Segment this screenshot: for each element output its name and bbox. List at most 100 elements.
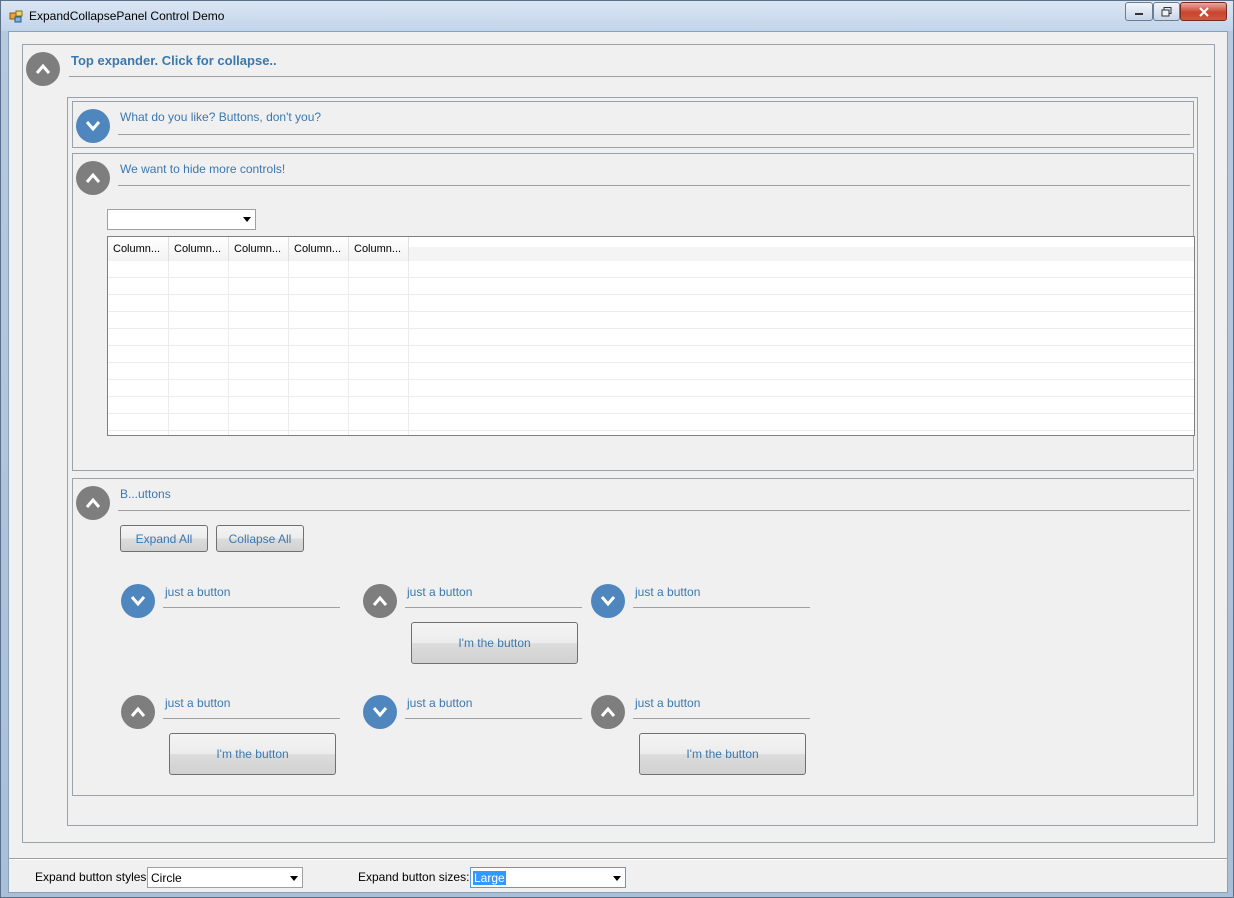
expand-all-button[interactable]: Expand All	[120, 525, 208, 552]
im-the-button[interactable]: I'm the button	[169, 733, 336, 775]
panel-buttons-divider	[118, 510, 1190, 511]
im-the-button[interactable]: I'm the button	[411, 622, 578, 664]
top-expander-divider	[69, 76, 1211, 77]
dropdown-arrow-icon	[290, 876, 298, 881]
mini-panel-toggle[interactable]	[591, 584, 625, 618]
grid-column-header[interactable]: Column...	[169, 237, 229, 261]
mini-panel-toggle[interactable]	[121, 695, 155, 729]
im-the-button[interactable]: I'm the button	[639, 733, 806, 775]
dropdown-arrow-icon	[243, 217, 251, 222]
mini-panel-toggle[interactable]	[121, 584, 155, 618]
footer-separator-highlight	[9, 859, 1227, 860]
mini-panel-divider	[163, 718, 340, 719]
grid-row[interactable]	[108, 312, 1194, 329]
chevron-up-icon	[85, 497, 101, 508]
mini-panel-title[interactable]: just a button	[635, 585, 700, 599]
panel-buttons-question-title[interactable]: What do you like? Buttons, don't you?	[120, 110, 321, 124]
dropdown-arrow-icon	[613, 876, 621, 881]
mini-panel-divider	[163, 607, 340, 608]
panel-hide-controls-divider	[118, 185, 1190, 186]
close-icon	[1198, 6, 1209, 17]
mini-panel: just a button	[363, 693, 583, 733]
panel-buttons-question-divider	[118, 134, 1190, 135]
chevron-up-icon	[85, 172, 101, 183]
size-combo-value: Large	[473, 871, 506, 885]
grid-row[interactable]	[108, 278, 1194, 295]
mini-panel-title[interactable]: just a button	[407, 696, 472, 710]
client-area: Top expander. Click for collapse.. What …	[8, 31, 1228, 893]
close-button[interactable]	[1180, 2, 1227, 21]
mini-panel-title[interactable]: just a button	[635, 696, 700, 710]
minimize-icon	[1135, 12, 1143, 15]
hide-controls-combo[interactable]	[107, 209, 256, 230]
grid-row[interactable]	[108, 380, 1194, 397]
grid-row[interactable]	[108, 346, 1194, 363]
panel-hide-controls-toggle[interactable]	[76, 161, 110, 195]
panel-hide-controls-title[interactable]: We want to hide more controls!	[120, 162, 285, 176]
grid-column-header[interactable]: Column...	[229, 237, 289, 261]
panel-buttons: B...uttons Expand All Collapse All just …	[72, 478, 1194, 796]
mini-panel: just a button	[591, 582, 811, 622]
title-bar[interactable]: ExpandCollapsePanel Control Demo	[1, 1, 1233, 31]
grid-row[interactable]	[108, 329, 1194, 346]
chevron-down-icon	[600, 596, 616, 607]
grid-column-header[interactable]: Column...	[289, 237, 349, 261]
chevron-down-icon	[85, 121, 101, 132]
grid-body	[108, 261, 1194, 435]
style-combo-value: Circle	[151, 871, 182, 885]
grid-column-header[interactable]: Column...	[108, 237, 169, 261]
collapse-all-button[interactable]: Collapse All	[216, 525, 304, 552]
grid-column-line	[408, 261, 409, 435]
mini-panel-toggle[interactable]	[591, 695, 625, 729]
style-combo[interactable]: Circle	[147, 867, 303, 888]
mini-panel: just a button	[121, 582, 341, 622]
chevron-up-icon	[372, 595, 388, 606]
panel-buttons-title[interactable]: B...uttons	[120, 487, 171, 501]
mini-panel-title[interactable]: just a button	[165, 696, 230, 710]
mini-panel-toggle[interactable]	[363, 695, 397, 729]
mini-panel-title[interactable]: just a button	[407, 585, 472, 599]
maximize-button[interactable]	[1153, 2, 1180, 21]
grid-row[interactable]	[108, 295, 1194, 312]
chevron-down-icon	[372, 707, 388, 718]
restore-icon	[1161, 6, 1171, 16]
chevron-up-icon	[600, 706, 616, 717]
grid-column-line	[168, 261, 169, 435]
panel-buttons-question: What do you like? Buttons, don't you?	[72, 101, 1194, 148]
chevron-up-icon	[35, 63, 51, 74]
style-label: Expand button styles:	[35, 870, 150, 884]
panel-hide-controls: We want to hide more controls! Column...…	[72, 153, 1195, 471]
size-label: Expand button sizes:	[358, 870, 470, 884]
app-window: ExpandCollapsePanel Control Demo Top exp…	[0, 0, 1234, 898]
top-expander-panel: Top expander. Click for collapse.. What …	[22, 44, 1215, 843]
top-expander-title[interactable]: Top expander. Click for collapse..	[71, 53, 277, 68]
panel-buttons-question-toggle[interactable]	[76, 109, 110, 143]
grid-column-header[interactable]: Column...	[349, 237, 409, 261]
app-icon	[9, 10, 23, 23]
grid-column-line	[228, 261, 229, 435]
grid-header-filler	[409, 237, 1194, 247]
mini-panel-divider	[633, 607, 810, 608]
mini-panel-toggle[interactable]	[363, 584, 397, 618]
grid-header-filler	[409, 247, 1194, 261]
grid-row[interactable]	[108, 397, 1194, 414]
mini-panel-title[interactable]: just a button	[165, 585, 230, 599]
top-expander-toggle[interactable]	[26, 52, 60, 86]
grid-column-line	[288, 261, 289, 435]
mini-panel-divider	[633, 718, 810, 719]
grid-column-line	[348, 261, 349, 435]
data-grid[interactable]: Column... Column... Column... Column... …	[107, 236, 1195, 436]
mini-panel-divider	[405, 718, 582, 719]
size-combo[interactable]: Large	[470, 867, 626, 888]
panel-buttons-toggle[interactable]	[76, 486, 110, 520]
mini-panel: just a button I'm the button	[591, 693, 811, 783]
grid-row[interactable]	[108, 414, 1194, 431]
mini-panel-divider	[405, 607, 582, 608]
minimize-button[interactable]	[1125, 2, 1153, 21]
grid-row[interactable]	[108, 261, 1194, 278]
mini-panel: just a button I'm the button	[121, 693, 341, 783]
mini-panel: just a button I'm the button	[363, 582, 583, 672]
grid-row[interactable]	[108, 363, 1194, 380]
inner-container: What do you like? Buttons, don't you? We…	[67, 97, 1198, 826]
window-title: ExpandCollapsePanel Control Demo	[29, 9, 225, 23]
